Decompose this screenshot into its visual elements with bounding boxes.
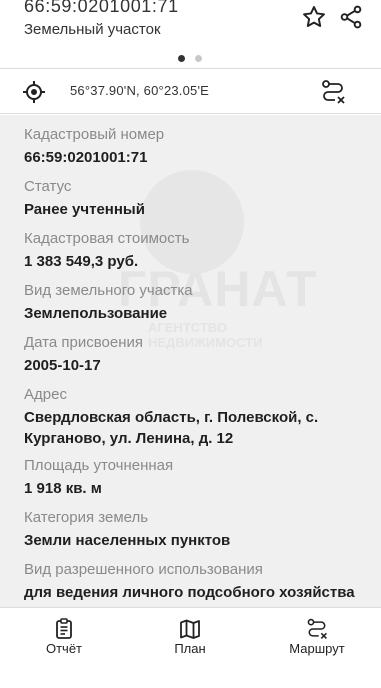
field-value: 66:59:0201001:71 — [24, 149, 148, 166]
field-permitted-use: Вид разрешенного использования для веден… — [24, 560, 364, 603]
nav-route-label: Маршрут — [289, 641, 345, 656]
field-address: Адрес Свердловская область, г. Полевской… — [24, 385, 364, 449]
carousel-indicator — [178, 55, 208, 63]
parcel-info-panel: ГРАНАТ АГЕНТСТВО НЕДВИЖИМОСТИ Кадастровы… — [0, 115, 381, 607]
carousel-dot-active[interactable] — [178, 55, 185, 62]
field-area: Площадь уточненная 1 918 кв. м — [24, 456, 364, 499]
field-value: Свердловская область, г. Полевской, с. К… — [24, 409, 319, 447]
nav-report-label: Отчёт — [45, 641, 83, 656]
field-label: Вид земельного участка — [24, 282, 193, 299]
nav-route-button[interactable]: Маршрут — [277, 608, 357, 688]
field-label: Статус — [24, 178, 72, 195]
field-label: Кадастровый номер — [24, 126, 165, 143]
field-label: Категория земель — [24, 509, 149, 526]
nav-plan-button[interactable]: План — [150, 608, 230, 688]
field-label: Площадь уточненная — [24, 457, 174, 474]
header-subtitle: Земельный участок — [24, 21, 161, 38]
share-icon — [340, 5, 362, 29]
field-value: 1 918 кв. м — [24, 480, 102, 497]
field-value: Земли населенных пунктов — [24, 532, 231, 549]
route-button[interactable] — [319, 78, 347, 106]
coordinates-text: 56°37.90'N, 60°23.05'E — [70, 83, 210, 98]
header-cadastral-id: 66:59:0201001:71 — [24, 0, 179, 16]
route-icon — [307, 618, 327, 639]
field-assignment-date: Дата присвоения 2005-10-17 — [24, 333, 364, 376]
coordinates-bar: 56°37.90'N, 60°23.05'E — [0, 68, 381, 114]
carousel-dot[interactable] — [195, 55, 202, 62]
report-document-icon — [56, 618, 72, 639]
star-outline-icon — [303, 6, 325, 27]
location-target-icon — [23, 81, 45, 103]
bottom-navigation: Отчёт План Маршрут — [0, 607, 381, 688]
route-icon — [322, 80, 345, 104]
nav-report-button[interactable]: Отчёт — [24, 608, 104, 688]
field-value: 1 383 549,3 руб. — [24, 253, 139, 270]
field-parcel-type: Вид земельного участка Землепользование — [24, 281, 364, 324]
field-value: 2005-10-17 — [24, 357, 101, 374]
nav-plan-label: План — [174, 641, 206, 656]
field-label: Дата присвоения — [24, 334, 143, 351]
field-label: Кадастровая стоимость — [24, 230, 190, 247]
field-cadastral-number: Кадастровый номер 66:59:0201001:71 — [24, 125, 364, 168]
show-on-map-button[interactable] — [22, 80, 46, 104]
field-label: Адрес — [24, 386, 67, 403]
field-land-category: Категория земель Земли населенных пункто… — [24, 508, 364, 551]
field-value: для ведения личного подсобного хозяйства — [24, 584, 355, 601]
field-status: Статус Ранее учтенный — [24, 177, 364, 220]
map-icon — [180, 619, 200, 639]
field-label: Вид разрешенного использования — [24, 561, 263, 578]
parcel-header: 66:59:0201001:71 Земельный участок — [0, 0, 381, 66]
parcel-details-screen: 66:59:0201001:71 Земельный участок 56°37… — [0, 0, 381, 688]
field-value: Ранее учтенный — [24, 201, 145, 218]
field-value: Землепользование — [24, 305, 168, 322]
share-button[interactable] — [338, 4, 364, 30]
field-cadastral-value: Кадастровая стоимость 1 383 549,3 руб. — [24, 229, 364, 272]
favorite-button[interactable] — [301, 4, 327, 30]
